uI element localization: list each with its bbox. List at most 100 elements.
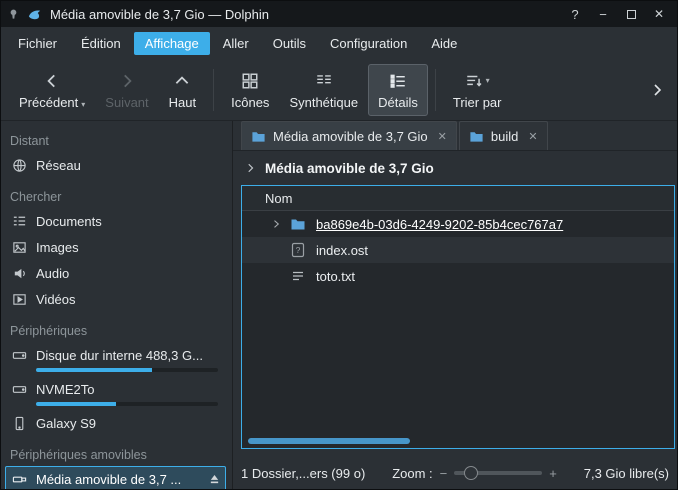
sidebar-item-documents[interactable]: Documents — [5, 208, 226, 234]
file-row-toto-txt[interactable]: toto.txt — [242, 263, 674, 289]
slider-handle[interactable] — [464, 466, 478, 480]
compact-label: Synthétique — [289, 95, 358, 110]
tab-close-icon[interactable]: ✕ — [435, 130, 447, 143]
sidebar-item-label: Documents — [36, 214, 102, 229]
file-name[interactable]: index.ost — [314, 243, 368, 258]
sidebar-item-label: Média amovible de 3,7 ... — [36, 472, 181, 487]
zoom-out-icon[interactable]: − — [440, 466, 448, 481]
sidebar-item-media-amovible[interactable]: Média amovible de 3,7 ... — [5, 466, 226, 489]
column-header-label: Nom — [265, 191, 292, 206]
sidebar-item-label: NVME2To — [36, 382, 95, 397]
zoom-slider[interactable] — [454, 466, 542, 480]
sidebar-item-label: Galaxy S9 — [36, 416, 96, 431]
window-controls: ? − ✕ — [563, 4, 671, 24]
status-bar: 1 Dossier,...ers (99 o) Zoom : − + 7,3 G… — [233, 457, 677, 489]
maximize-icon — [627, 10, 636, 19]
sort-by-button[interactable]: ▾ Trier par — [443, 64, 512, 116]
file-name[interactable]: ba869e4b-03d6-4249-9202-85b4cec767a7 — [314, 217, 563, 232]
horizontal-scrollbar[interactable] — [246, 438, 670, 445]
file-row-index-ost[interactable]: ? index.ost — [242, 237, 674, 263]
window-title: Média amovible de 3,7 Gio — Dolphin — [50, 7, 269, 22]
sidebar-item-label: Réseau — [36, 158, 81, 173]
sort-icon — [465, 72, 483, 90]
places-section-peripheriques: Périphériques — [5, 319, 226, 342]
sidebar-item-nvme2to[interactable]: NVME2To — [5, 376, 226, 402]
network-icon — [12, 158, 27, 173]
capacity-bar — [36, 368, 218, 372]
details-view-button[interactable]: Détails — [368, 64, 428, 116]
scrollbar-thumb[interactable] — [248, 438, 410, 444]
menu-aller[interactable]: Aller — [212, 32, 260, 55]
file-view[interactable]: Nom ba869e4b-03d6-4249-9202-85b4cec767a7… — [241, 185, 675, 449]
breadcrumb-current[interactable]: Média amovible de 3,7 Gio — [265, 161, 434, 176]
toolbar-overflow-button[interactable] — [645, 82, 669, 98]
forward-label: Suivant — [105, 95, 148, 110]
menu-outils[interactable]: Outils — [262, 32, 317, 55]
toolbar-separator — [213, 69, 214, 111]
caret-down-icon: ▾ — [81, 100, 85, 110]
document-icon — [12, 214, 27, 229]
compact-view-icon — [315, 70, 333, 92]
up-button[interactable]: Haut — [159, 64, 206, 116]
sidebar-item-disque-dur[interactable]: Disque dur interne 488,3 G... — [5, 342, 226, 368]
titlebar[interactable]: Média amovible de 3,7 Gio — Dolphin ? − … — [1, 1, 677, 27]
sidebar-item-reseau[interactable]: Réseau — [5, 152, 226, 178]
capacity-bar-fill — [36, 368, 152, 372]
close-button[interactable]: ✕ — [647, 4, 671, 24]
image-icon — [12, 240, 27, 255]
tab-close-icon[interactable]: ✕ — [525, 130, 537, 143]
chevron-up-icon — [173, 70, 191, 92]
svg-text:?: ? — [296, 245, 301, 255]
minimize-button[interactable]: − — [591, 4, 615, 24]
menu-configuration[interactable]: Configuration — [319, 32, 418, 55]
eject-button[interactable] — [208, 473, 221, 486]
menu-fichier[interactable]: Fichier — [7, 32, 68, 55]
menu-affichage[interactable]: Affichage — [134, 32, 210, 55]
harddrive-icon — [12, 382, 27, 397]
free-space-label: 7,3 Gio libre(s) — [584, 466, 669, 481]
tab-media-amovible[interactable]: Média amovible de 3,7 Gio ✕ — [241, 121, 457, 150]
sidebar-item-label: Images — [36, 240, 79, 255]
chevron-right-icon — [649, 82, 665, 98]
harddrive-icon — [12, 348, 27, 363]
selection-summary: 1 Dossier,...ers (99 o) — [241, 466, 365, 481]
file-name[interactable]: toto.txt — [314, 269, 355, 284]
compact-view-button[interactable]: Synthétique — [279, 64, 368, 116]
column-header-nom[interactable]: Nom — [242, 186, 674, 211]
video-icon — [12, 292, 27, 307]
sidebar-item-galaxy-s9[interactable]: Galaxy S9 — [5, 410, 226, 436]
zoom-label: Zoom : — [392, 466, 432, 481]
capacity-bar — [36, 402, 218, 406]
maximize-button[interactable] — [619, 4, 643, 24]
sidebar-item-videos[interactable]: Vidéos — [5, 286, 226, 312]
pin-icon[interactable] — [7, 8, 20, 21]
folder-icon — [469, 129, 484, 144]
tab-label: build — [491, 129, 518, 144]
forward-button[interactable]: Suivant — [95, 64, 158, 116]
sidebar-device-nvme[interactable]: NVME2To — [5, 376, 226, 406]
expand-chevron-icon[interactable] — [270, 218, 290, 230]
chevron-right-icon — [245, 162, 257, 174]
help-button[interactable]: ? — [563, 4, 587, 24]
usb-drive-icon — [12, 472, 27, 487]
dolphin-window: Média amovible de 3,7 Gio — Dolphin ? − … — [0, 0, 678, 490]
icons-view-button[interactable]: Icônes — [221, 64, 279, 116]
places-section-amovibles: Périphériques amovibles — [5, 443, 226, 466]
tab-build[interactable]: build ✕ — [459, 121, 548, 150]
zoom-in-icon[interactable]: + — [549, 466, 557, 481]
chevron-right-icon — [118, 70, 136, 92]
capacity-bar-fill — [36, 402, 116, 406]
back-button[interactable]: Précédent▾ — [9, 64, 95, 116]
folder-icon — [251, 129, 266, 144]
menu-edition[interactable]: Édition — [70, 32, 132, 55]
sidebar-item-images[interactable]: Images — [5, 234, 226, 260]
sort-label: Trier par — [453, 95, 502, 110]
breadcrumb[interactable]: Média amovible de 3,7 Gio — [233, 151, 677, 185]
folder-icon — [290, 216, 314, 232]
sidebar-device-internal-disk[interactable]: Disque dur interne 488,3 G... — [5, 342, 226, 372]
audio-icon — [12, 266, 27, 281]
sidebar-item-audio[interactable]: Audio — [5, 260, 226, 286]
menu-aide[interactable]: Aide — [420, 32, 468, 55]
dolphin-app-icon — [27, 7, 42, 22]
file-row-folder[interactable]: ba869e4b-03d6-4249-9202-85b4cec767a7 — [242, 211, 674, 237]
